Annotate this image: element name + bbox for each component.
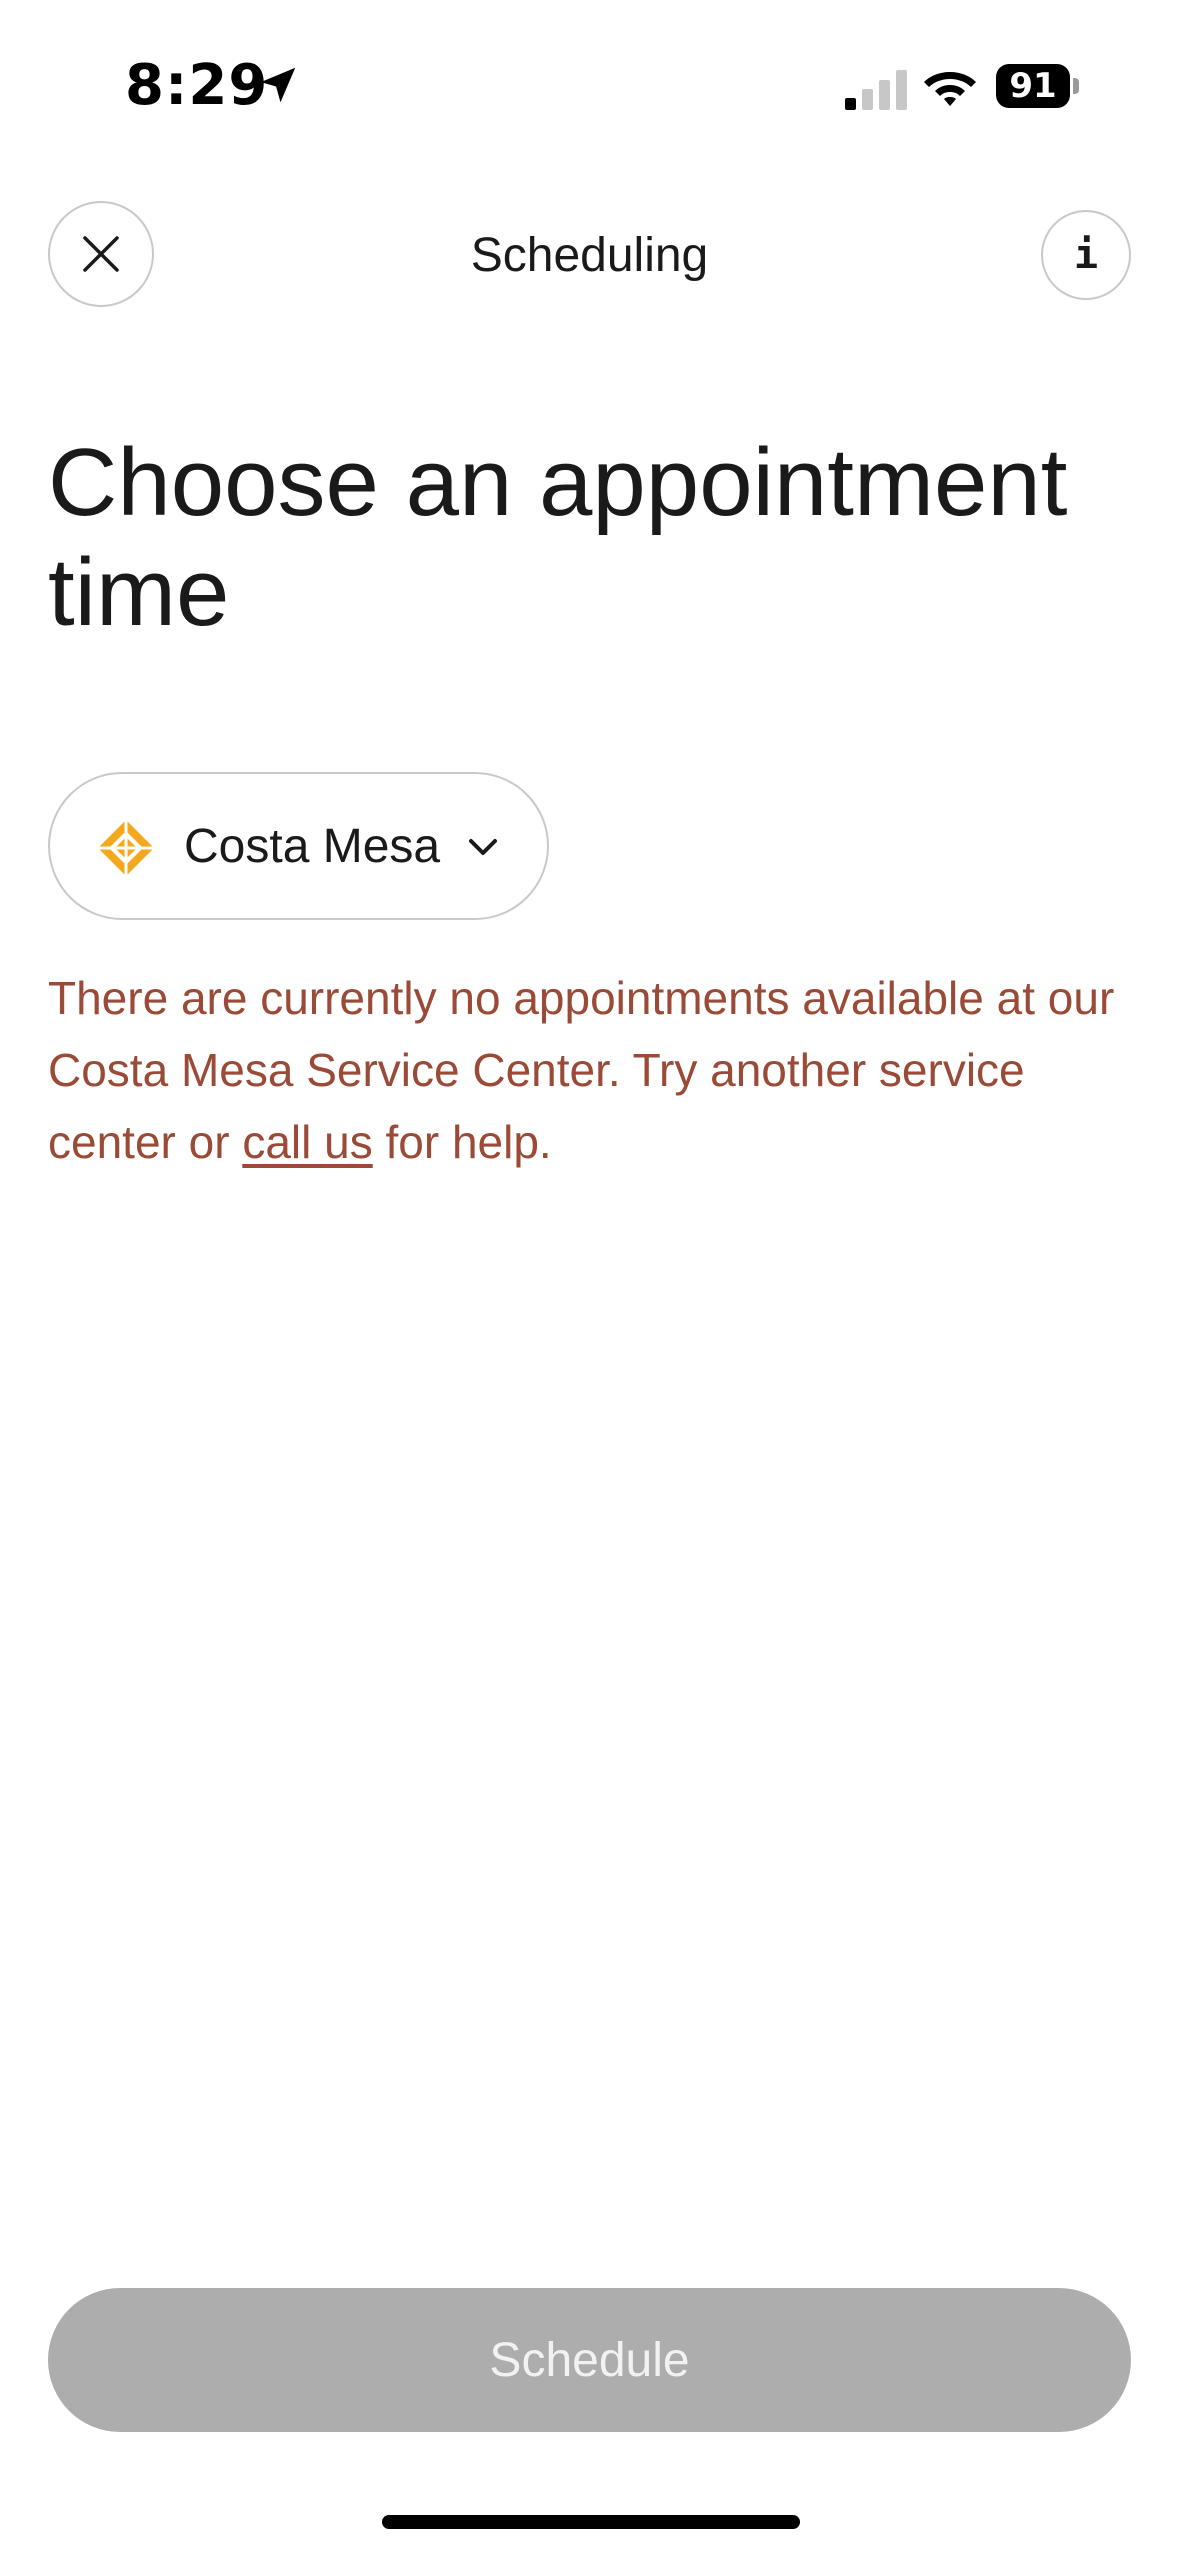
error-text-after: for help. [372, 1116, 552, 1168]
battery-tip [1073, 78, 1079, 94]
home-indicator[interactable] [382, 2515, 800, 2529]
location-selector[interactable]: Costa Mesa [48, 772, 549, 920]
status-time: 8:29 [125, 53, 269, 118]
service-center-icon [98, 820, 154, 876]
battery-icon: 91 [996, 64, 1080, 110]
location-label: Costa Mesa [184, 820, 441, 873]
info-button[interactable]: i [1041, 210, 1131, 300]
schedule-button[interactable]: Schedule [48, 2288, 1131, 2432]
signal-icon [845, 70, 907, 110]
error-text-before: There are currently no appointments avai… [48, 972, 1115, 1168]
wifi-icon [924, 72, 976, 106]
location-arrow-icon [260, 67, 296, 103]
chevron-down-icon [469, 839, 497, 855]
call-us-link[interactable]: call us [242, 1116, 372, 1168]
page-title: Choose an appointment time [48, 429, 1068, 646]
battery-level: 91 [996, 64, 1070, 108]
no-appointments-message: There are currently no appointments avai… [48, 962, 1148, 1178]
info-icon: i [1073, 232, 1099, 278]
header-title: Scheduling [470, 229, 709, 282]
status-bar: 8:29 91 [0, 0, 1179, 170]
